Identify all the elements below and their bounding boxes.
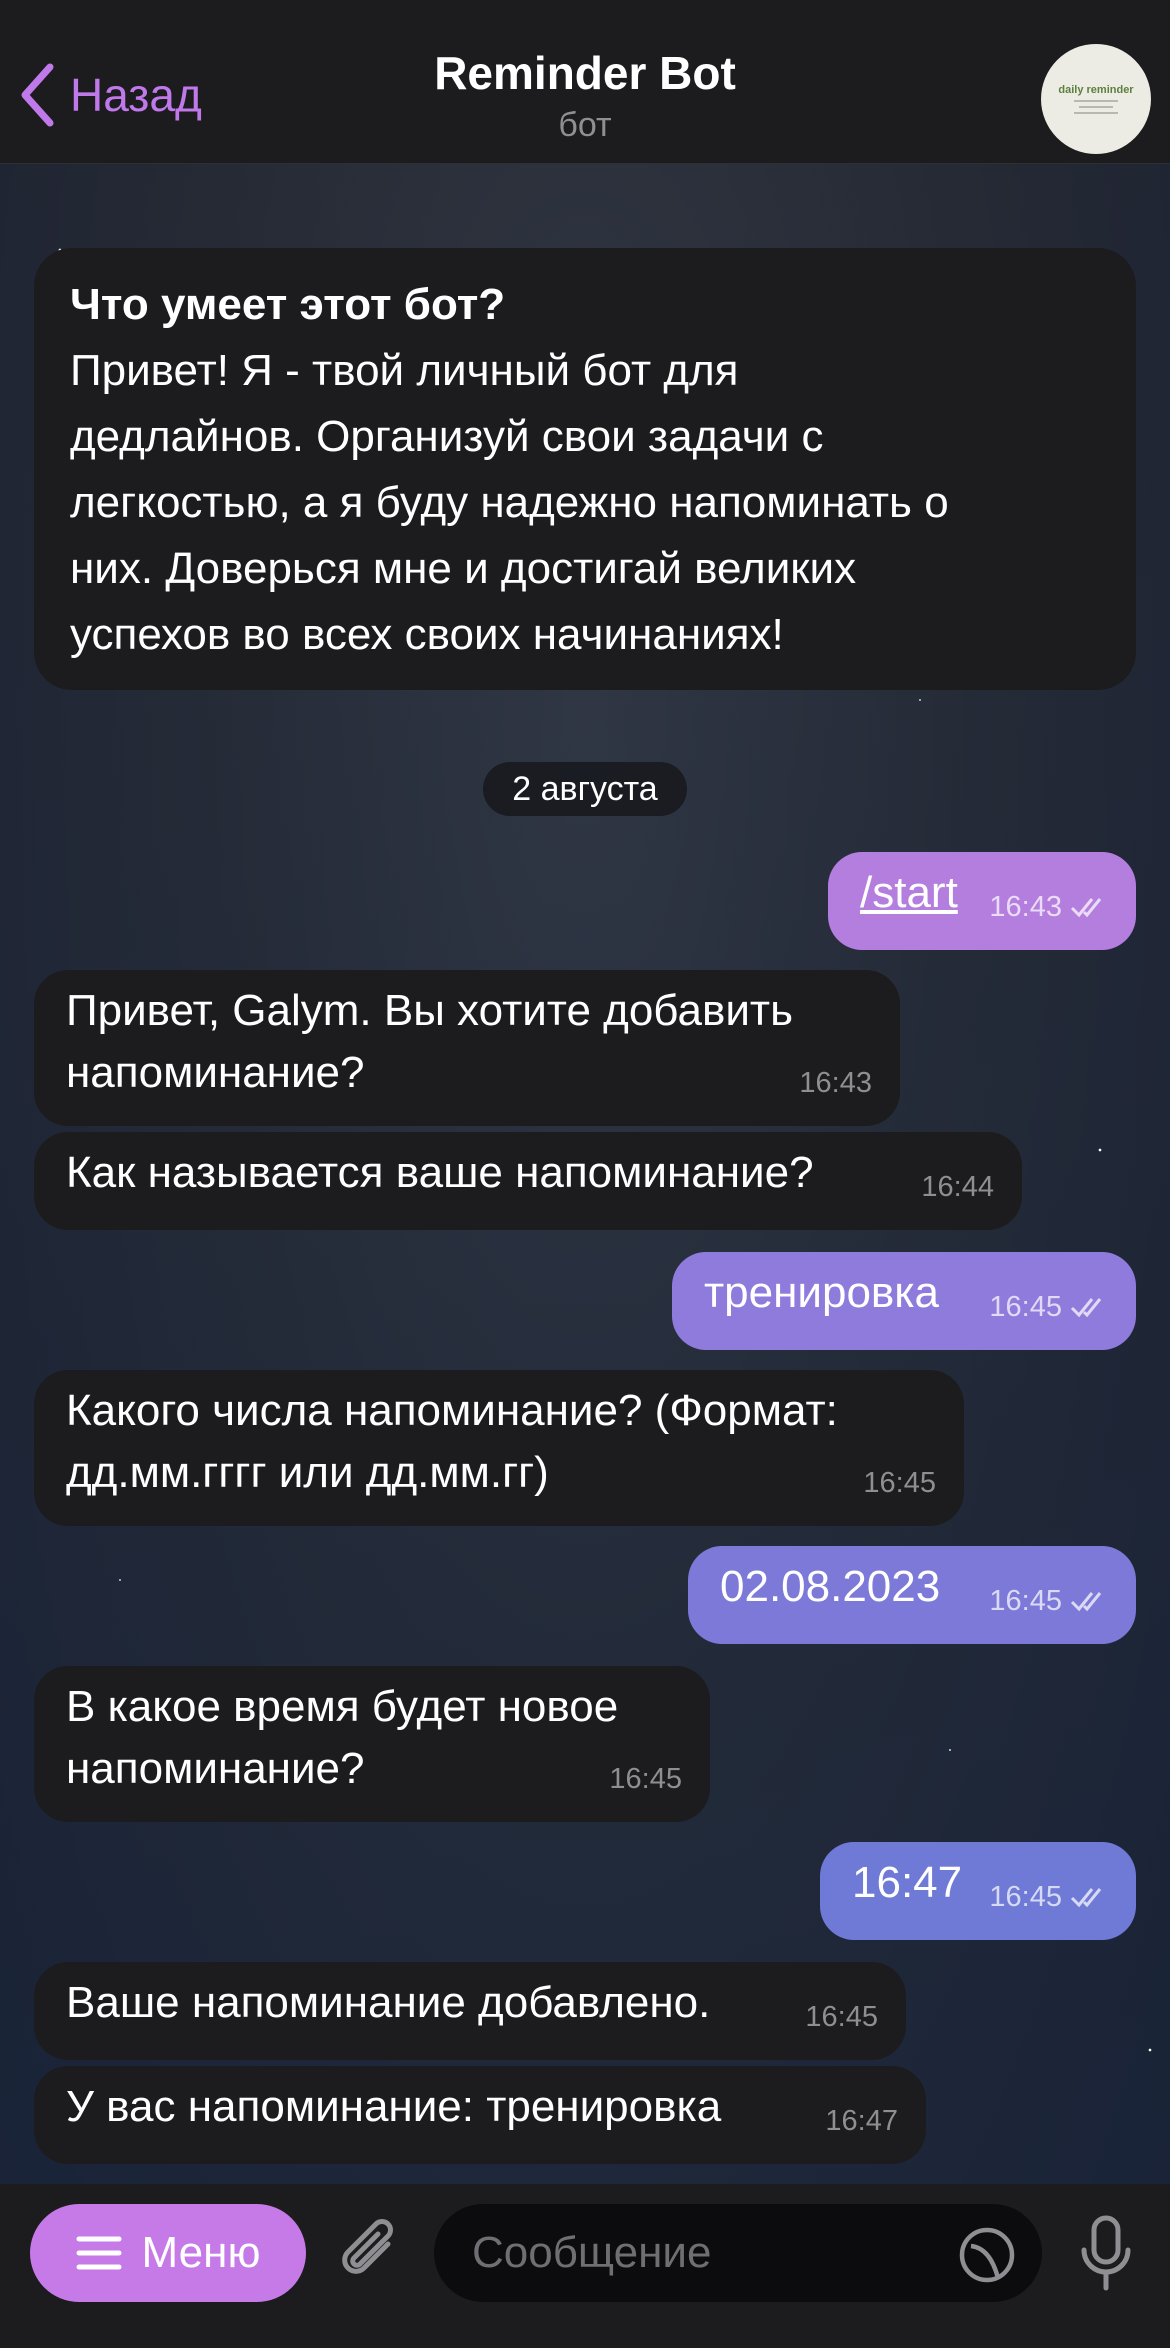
message-line: В какое время будет новое [66, 1682, 619, 1731]
message-time: 16:44 [921, 1171, 994, 1203]
date-divider: 2 августа [483, 762, 687, 816]
message-meta: 16:47 [825, 2090, 898, 2152]
avatar-logo-line [1074, 112, 1118, 114]
message-meta: 16:45 [805, 1986, 878, 2048]
command-link[interactable]: /start [860, 868, 958, 917]
message-line: Какого числа напоминание? (Формат: [66, 1386, 838, 1435]
avatar[interactable]: daily reminder [1041, 44, 1151, 154]
double-check-icon [1070, 1592, 1102, 1612]
message-meta: 16:45 [989, 1570, 1108, 1632]
incoming-message[interactable]: В какое время будет новое напоминание? 1… [34, 1666, 710, 1822]
intro-line: Привет! Я - твой личный бот для [70, 346, 739, 395]
message-time: 16:43 [799, 1067, 872, 1099]
message-time: 16:45 [989, 1291, 1062, 1323]
message-meta: 16:43 [799, 1052, 872, 1114]
message-line: напоминание? [66, 1744, 365, 1793]
message-text: 16:47 [852, 1858, 963, 1907]
message-time: 16:47 [825, 2105, 898, 2137]
outgoing-message[interactable]: тренировка 16:45 [672, 1252, 1136, 1350]
paperclip-icon[interactable] [336, 2216, 406, 2290]
double-check-icon [1070, 1298, 1102, 1318]
message-line: Привет, Galym. Вы хотите добавить [66, 986, 793, 1035]
message-meta: 16:45 [863, 1452, 936, 1514]
menu-label: Меню [141, 2228, 261, 2277]
double-check-icon [1070, 1888, 1102, 1908]
message-meta: 16:44 [921, 1156, 994, 1218]
intro-line: дедлайнов. Организуй свои задачи с [70, 412, 824, 461]
double-check-icon [1070, 898, 1102, 918]
sticker-icon[interactable] [958, 2226, 1016, 2284]
microphone-icon[interactable] [1076, 2214, 1136, 2294]
intro-line: легкостью, а я буду надежно напоминать о [70, 478, 949, 527]
message-line: дд.мм.гггг или дд.мм.гг) [66, 1448, 549, 1497]
intro-line: успехов во всех своих начинаниях! [70, 610, 784, 659]
message-text: 02.08.2023 [720, 1562, 941, 1611]
message-time: 16:43 [989, 891, 1062, 923]
avatar-logo-line [1074, 100, 1118, 102]
intro-line: них. Доверься мне и достигай великих [70, 544, 857, 593]
chat-subtitle: бот [558, 106, 612, 144]
incoming-message[interactable]: Ваше напоминание добавлено. 16:45 [34, 1962, 906, 2060]
message-line: напоминание? [66, 1048, 365, 1097]
chat-title[interactable]: Reminder Bot [0, 46, 1170, 100]
message-meta: 16:45 [989, 1276, 1108, 1338]
message-meta: 16:43 [989, 876, 1108, 938]
avatar-logo-text: daily reminder [1058, 84, 1134, 96]
message-line: Как называется ваше напоминание? [66, 1148, 814, 1197]
message-line: У вас напоминание: тренировка [66, 2082, 722, 2131]
outgoing-message[interactable]: 02.08.2023 16:45 [688, 1546, 1136, 1644]
message-meta: 16:45 [989, 1866, 1108, 1928]
message-time: 16:45 [805, 2001, 878, 2033]
incoming-message[interactable]: Как называется ваше напоминание? 16:44 [34, 1132, 1022, 1230]
incoming-message[interactable]: Привет, Galym. Вы хотите добавить напоми… [34, 970, 900, 1126]
message-line: Ваше напоминание добавлено. [66, 1978, 711, 2027]
incoming-message[interactable]: У вас напоминание: тренировка 16:47 [34, 2066, 926, 2164]
bot-intro-card: Что умеет этот бот? Привет! Я - твой лич… [34, 248, 1136, 690]
message-meta: 16:45 [609, 1748, 682, 1810]
outgoing-message[interactable]: 16:47 16:45 [820, 1842, 1136, 1940]
hamburger-icon [76, 2236, 122, 2270]
message-time: 16:45 [989, 1881, 1062, 1913]
message-input[interactable] [434, 2204, 1042, 2302]
outgoing-message[interactable]: /start 16:43 [828, 852, 1136, 950]
intro-body: Привет! Я - твой личный бот для дедлайно… [70, 338, 1100, 668]
incoming-message[interactable]: Какого числа напоминание? (Формат: дд.мм… [34, 1370, 964, 1526]
message-time: 16:45 [863, 1467, 936, 1499]
avatar-logo-line [1079, 106, 1113, 108]
chat-header: Назад Reminder Bot бот daily reminder [0, 0, 1170, 164]
composer-bar: Меню [0, 2184, 1170, 2348]
message-text: тренировка [704, 1268, 939, 1317]
intro-title: Что умеет этот бот? [70, 280, 506, 329]
message-time: 16:45 [989, 1585, 1062, 1617]
menu-button[interactable]: Меню [30, 2204, 306, 2302]
message-time: 16:45 [609, 1763, 682, 1795]
